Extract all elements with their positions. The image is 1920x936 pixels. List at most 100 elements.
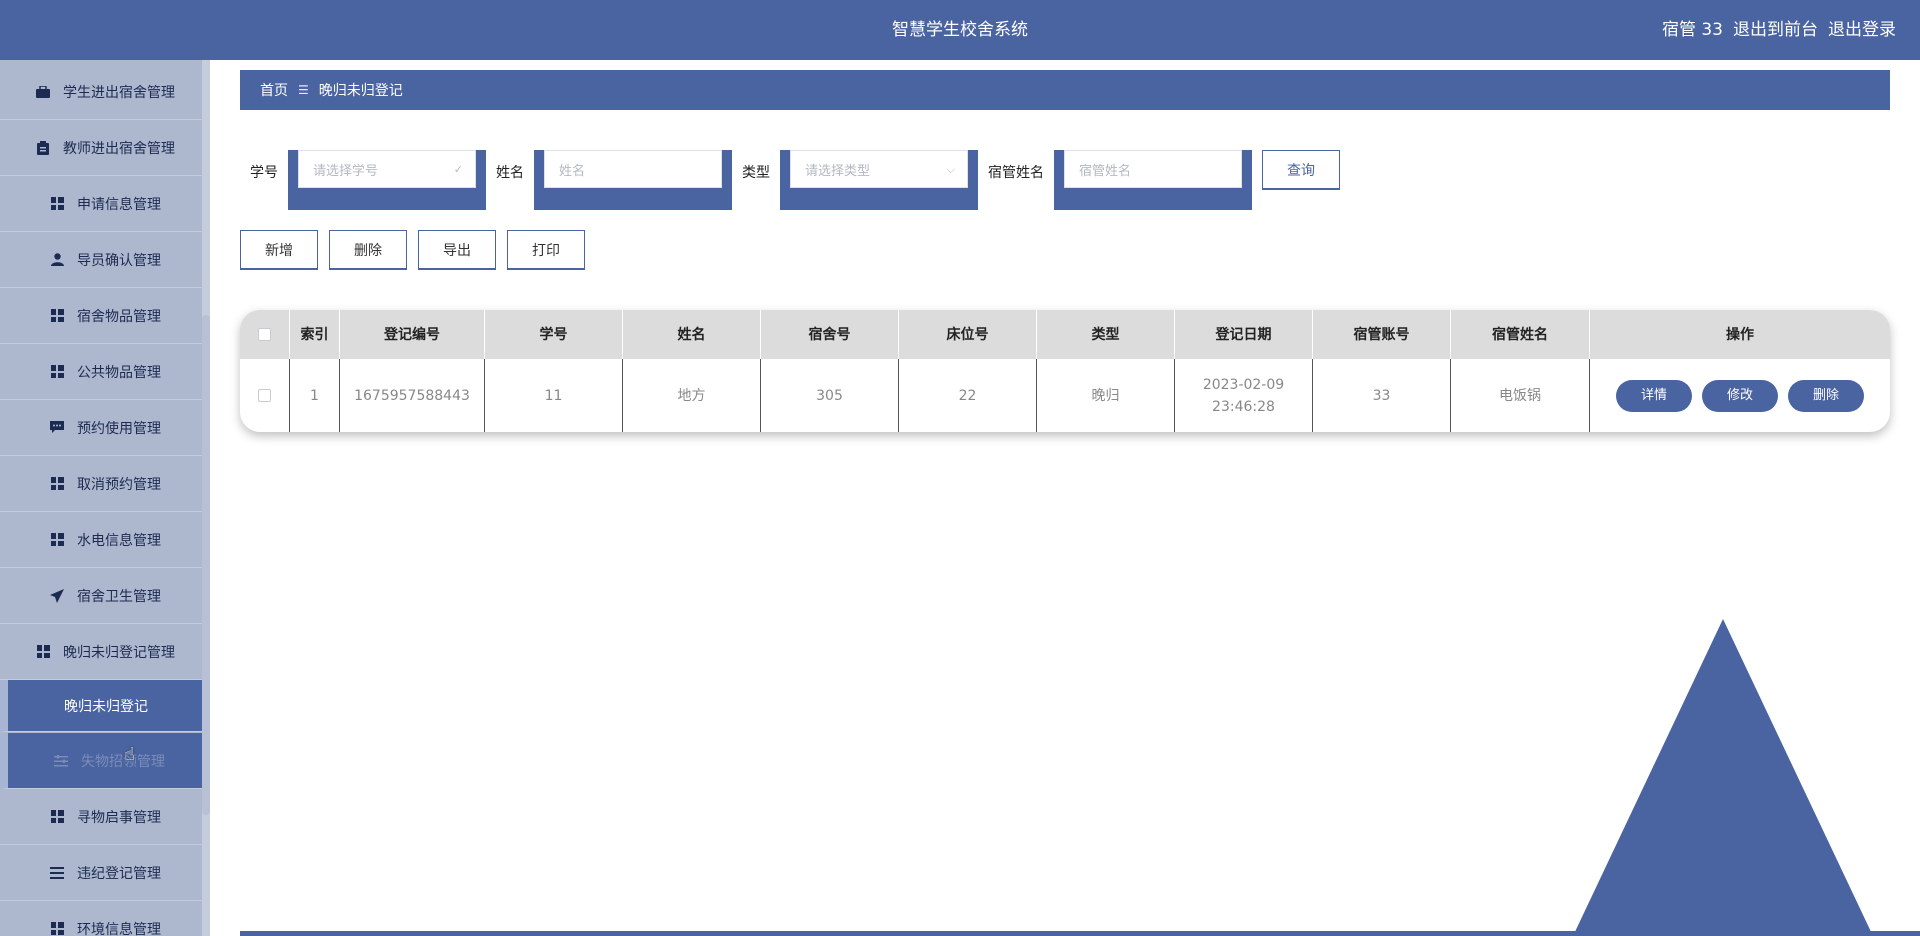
sidebar-item-label: 预约使用管理 [77, 420, 161, 437]
type-select[interactable]: 请选择类型 ⌵ [790, 150, 968, 188]
student-no-label: 学号 [250, 165, 278, 181]
manager-name-placeholder: 宿管姓名 [1079, 163, 1132, 179]
sidebar-item-cancel-reservation[interactable]: 取消预约管理 [0, 456, 210, 512]
manager-name-input[interactable]: 宿管姓名 [1064, 150, 1242, 188]
sidebar-scroll-thumb[interactable] [202, 315, 210, 815]
name-input[interactable]: 姓名 [544, 150, 722, 188]
sliders-icon [53, 753, 69, 769]
header-bed-no: 床位号 [899, 310, 1037, 359]
sidebar-item-teacher-access[interactable]: 教师进出宿舍管理 [0, 120, 210, 176]
sidebar-item-label: 水电信息管理 [77, 532, 161, 549]
grid-icon [49, 364, 65, 380]
cell-name: 地方 [623, 359, 761, 432]
sidebar-item-lost-notice[interactable]: 寻物启事管理 [0, 789, 210, 845]
chevron-down-icon: ⌵ [946, 163, 955, 176]
sidebar-item-dorm-items[interactable]: 宿舍物品管理 [0, 288, 210, 344]
cell-type: 晚归 [1037, 359, 1175, 432]
current-user: 宿管 33 [1661, 20, 1723, 40]
cell-bed-no: 22 [899, 359, 1037, 432]
cell-index: 1 [290, 359, 340, 432]
cell-dorm-no: 305 [761, 359, 899, 432]
bottom-accent-line [240, 931, 1920, 936]
cell-manager-name: 电饭锅 [1451, 359, 1590, 432]
row-checkbox[interactable] [258, 389, 271, 402]
manager-name-label: 宿管姓名 [988, 165, 1044, 181]
add-button[interactable]: 新增 [240, 230, 318, 270]
grid-icon [49, 809, 65, 825]
sidebar-item-counselor-confirm[interactable]: 导员确认管理 [0, 232, 210, 288]
paper-plane-icon [49, 588, 65, 604]
grid-icon [49, 196, 65, 212]
sidebar-item-discipline[interactable]: 违纪登记管理 [0, 845, 210, 901]
select-all-checkbox[interactable] [258, 328, 271, 341]
sidebar-item-utilities[interactable]: 水电信息管理 [0, 512, 210, 568]
export-button[interactable]: 导出 [418, 230, 496, 270]
header-student-no: 学号 [485, 310, 623, 359]
grid-icon [35, 644, 51, 660]
grid-icon [49, 476, 65, 492]
header-type: 类型 [1037, 310, 1175, 359]
sidebar-item-label: 环境信息管理 [77, 921, 161, 936]
chevron-down-icon: ✓ [453, 163, 463, 176]
sidebar-item-application-info[interactable]: 申请信息管理 [0, 176, 210, 232]
cell-actions: 详情 修改 删除 [1590, 359, 1890, 432]
filter-bar: 学号 请选择学号 ✓ 姓名 姓名 类型 请选择类型 ⌵ 宿管姓名 宿管姓名 查询 [240, 150, 1340, 210]
grid-icon [49, 921, 65, 936]
sidebar-item-label: 晚归未归登记 [64, 698, 148, 715]
sidebar-item-environment[interactable]: 环境信息管理 [0, 901, 210, 936]
logout-link[interactable]: 退出登录 [1828, 0, 1896, 60]
header-date: 登记日期 [1175, 310, 1313, 359]
name-placeholder: 姓名 [559, 163, 586, 179]
sidebar: 学生进出宿舍管理 教师进出宿舍管理 申请信息管理 导员确认管理 宿舍物品管理 公… [0, 60, 210, 936]
sidebar-item-reservation[interactable]: 预约使用管理 [0, 400, 210, 456]
header-select-all [240, 310, 290, 359]
header-index: 索引 [290, 310, 340, 359]
name-input-box: 姓名 [534, 150, 732, 210]
sidebar-item-label: 申请信息管理 [77, 196, 161, 213]
breadcrumb-separator-icon: ☰ [298, 83, 309, 97]
sidebar-item-label: 违纪登记管理 [77, 865, 161, 882]
table-header-row: 索引 登记编号 学号 姓名 宿舍号 床位号 类型 登记日期 宿管账号 宿管姓名 … [240, 310, 1890, 359]
query-button[interactable]: 查询 [1262, 150, 1340, 190]
edit-button[interactable]: 修改 [1702, 379, 1778, 412]
sidebar-item-label: 宿舍卫生管理 [77, 588, 161, 605]
sidebar-item-student-access[interactable]: 学生进出宿舍管理 [0, 64, 210, 120]
header-name: 姓名 [623, 310, 761, 359]
header-manager-name: 宿管姓名 [1451, 310, 1590, 359]
sidebar-item-public-items[interactable]: 公共物品管理 [0, 344, 210, 400]
cell-manager-account: 33 [1313, 359, 1451, 432]
header-dorm-no: 宿舍号 [761, 310, 899, 359]
header-manager-account: 宿管账号 [1313, 310, 1451, 359]
sidebar-item-label: 公共物品管理 [77, 364, 161, 381]
grid-icon [49, 308, 65, 324]
name-label: 姓名 [496, 165, 524, 181]
breadcrumb-current: 晚归未归登记 [318, 83, 403, 99]
cell-reg-no: 1675957588443 [340, 359, 485, 432]
delete-button[interactable]: 删除 [329, 230, 407, 270]
exit-front-link[interactable]: 退出到前台 [1733, 0, 1818, 60]
top-header: 智慧学生校舍系统 宿管 33 退出到前台 退出登录 [0, 0, 1920, 60]
print-button[interactable]: 打印 [507, 230, 585, 270]
student-no-select[interactable]: 请选择学号 ✓ [298, 150, 476, 188]
sidebar-item-label: 教师进出宿舍管理 [63, 140, 175, 157]
manager-name-input-box: 宿管姓名 [1054, 150, 1252, 210]
app-title: 智慧学生校舍系统 [892, 20, 1028, 40]
breadcrumb: 首页 ☰ 晚归未归登记 [240, 70, 1890, 110]
briefcase-icon [35, 84, 51, 100]
sidebar-item-lost-found[interactable]: 失物招领管理 [0, 733, 210, 789]
detail-button[interactable]: 详情 [1616, 379, 1692, 412]
data-table: 索引 登记编号 学号 姓名 宿舍号 床位号 类型 登记日期 宿管账号 宿管姓名 … [240, 310, 1890, 432]
sidebar-subitem-late-return-register[interactable]: 晚归未归登记 [0, 680, 210, 732]
cell-date: 2023-02-09 23:46:28 [1175, 359, 1313, 432]
sidebar-item-label: 晚归未归登记管理 [63, 644, 175, 661]
student-no-placeholder: 请选择学号 [313, 163, 379, 179]
breadcrumb-home[interactable]: 首页 [260, 80, 288, 100]
sidebar-item-dorm-hygiene[interactable]: 宿舍卫生管理 [0, 568, 210, 624]
sidebar-item-late-return-mgmt[interactable]: 晚归未归登记管理 [0, 624, 210, 680]
sidebar-item-label: 导员确认管理 [77, 252, 161, 269]
user-area: 宿管 33 退出到前台 退出登录 [1662, 0, 1896, 60]
row-delete-button[interactable]: 删除 [1788, 379, 1864, 412]
sidebar-item-label: 学生进出宿舍管理 [63, 84, 175, 101]
grid-icon [49, 532, 65, 548]
sidebar-item-label: 宿舍物品管理 [77, 308, 161, 325]
